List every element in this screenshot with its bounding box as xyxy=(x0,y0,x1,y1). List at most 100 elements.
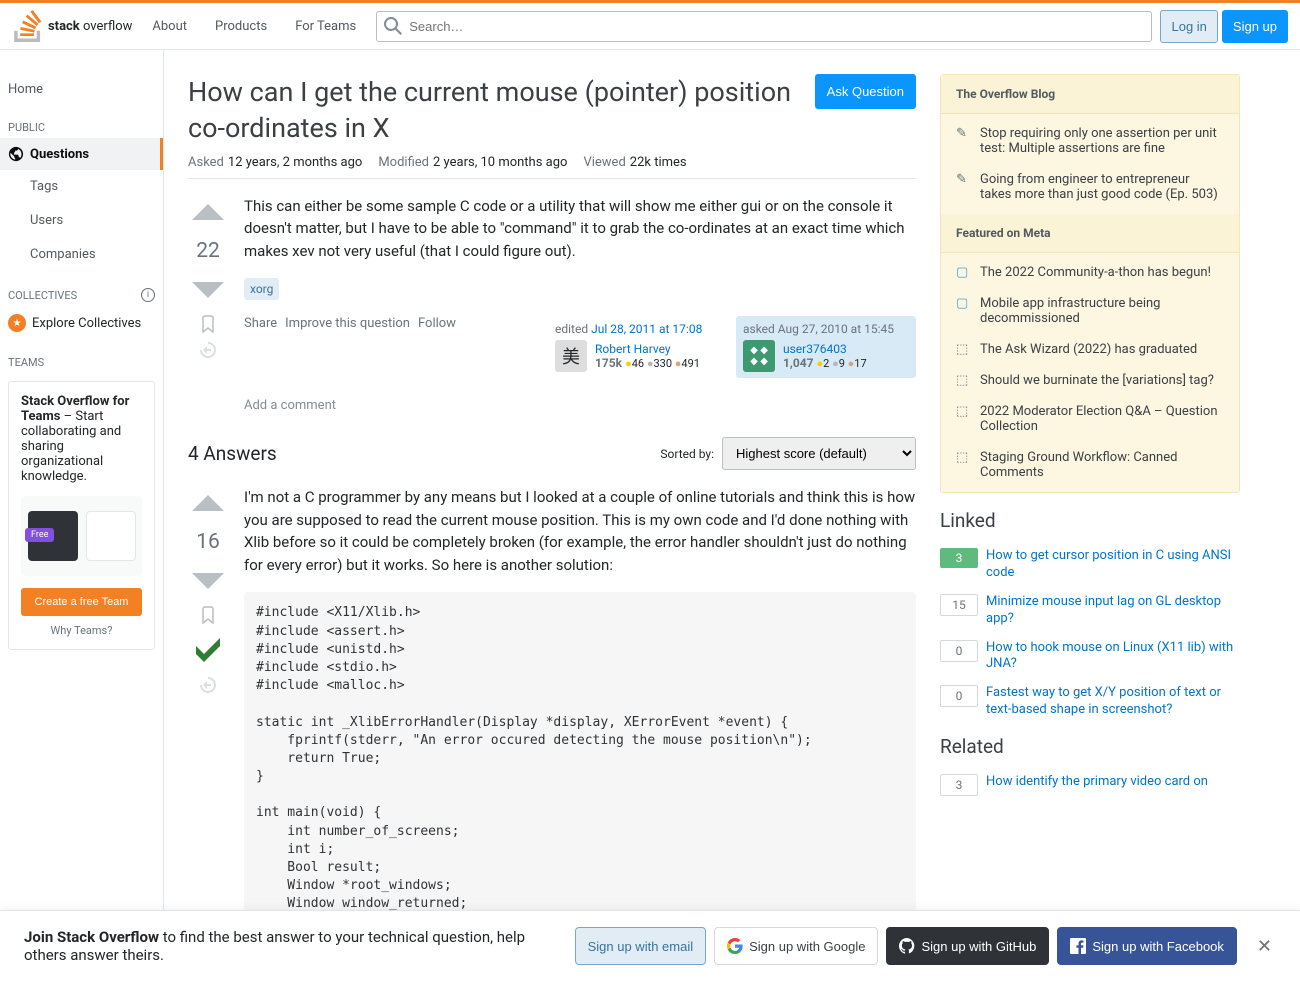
related-item: 3 How identify the primary video card on xyxy=(940,774,1240,796)
signup-github-button[interactable]: Sign up with GitHub xyxy=(886,927,1049,965)
answer-bookmark-icon[interactable] xyxy=(199,606,217,624)
question-title: How can I get the current mouse (pointer… xyxy=(188,74,815,147)
search-box xyxy=(376,11,1152,42)
answer-downvote-button[interactable] xyxy=(190,562,226,598)
logo[interactable]: stack overflow xyxy=(12,10,132,42)
modified-label: Modified xyxy=(378,155,429,170)
linked-title[interactable]: How to get cursor position in C using AN… xyxy=(986,548,1240,582)
so-icon: ⬚ xyxy=(956,450,972,480)
meta-header: Featured on Meta xyxy=(941,214,1239,253)
login-button[interactable]: Log in xyxy=(1160,10,1217,43)
so-icon: ⬚ xyxy=(956,404,972,434)
asker-name[interactable]: user376403 xyxy=(783,342,867,356)
linked-title[interactable]: How to hook mouse on Linux (X11 lib) wit… xyxy=(986,640,1240,674)
sidebar-questions-label: Questions xyxy=(30,147,89,162)
editor-rep: 175k xyxy=(595,356,622,370)
signup-facebook-button[interactable]: Sign up with Facebook xyxy=(1057,927,1237,965)
viewed-value: 22k times xyxy=(630,155,687,170)
improve-link[interactable]: Improve this question xyxy=(285,316,410,331)
follow-link[interactable]: Follow xyxy=(418,316,456,331)
tag-xorg[interactable]: xorg xyxy=(244,278,279,300)
meta-item[interactable]: Mobile app infrastructure being decommis… xyxy=(980,296,1224,326)
vote-count: 22 xyxy=(196,239,220,263)
blog-item[interactable]: Stop requiring only one assertion per un… xyxy=(980,126,1224,156)
sort-select[interactable]: Highest score (default) xyxy=(722,437,916,470)
auth-buttons: Log in Sign up xyxy=(1160,10,1288,43)
free-badge: Free xyxy=(25,528,54,542)
globe-icon xyxy=(8,146,24,162)
upvote-button[interactable] xyxy=(190,195,226,231)
meta-item[interactable]: The Ask Wizard (2022) has graduated xyxy=(980,342,1197,357)
related-header: Related xyxy=(940,735,1240,758)
sidebar: Home PUBLIC Questions Tags Users Compani… xyxy=(0,50,164,968)
linked-title[interactable]: Fastest way to get X/Y position of text … xyxy=(986,685,1240,719)
bookmark-icon[interactable] xyxy=(199,315,217,333)
sidebar-teams-header: TEAMS xyxy=(0,340,163,373)
editor-gold xyxy=(625,357,632,370)
create-team-button[interactable]: Create a free Team xyxy=(21,588,142,616)
banner-bold: Join Stack Overflow xyxy=(24,928,159,946)
related-title[interactable]: How identify the primary video card on xyxy=(986,774,1208,791)
linked-title[interactable]: Minimize mouse input lag on GL desktop a… xyxy=(986,594,1240,628)
banner-close-button[interactable]: ✕ xyxy=(1253,932,1276,961)
logo-text: stack overflow xyxy=(48,19,132,34)
answer-vote-count: 16 xyxy=(196,530,220,554)
editor-name[interactable]: Robert Harvey xyxy=(595,342,700,356)
asked-value: 12 years, 2 months ago xyxy=(228,155,362,170)
ask-question-button[interactable]: Ask Question xyxy=(815,74,916,109)
linked-header: Linked xyxy=(940,509,1240,532)
sidebar-users[interactable]: Users xyxy=(0,204,163,238)
answer-history-icon[interactable] xyxy=(199,676,217,694)
answer-vote-column: 16 xyxy=(188,486,228,943)
why-teams-link[interactable]: Why Teams? xyxy=(21,624,142,637)
stackoverflow-icon xyxy=(12,10,44,42)
meta-item[interactable]: Should we burninate the [variations] tag… xyxy=(980,373,1214,388)
sidebar-home[interactable]: Home xyxy=(0,74,163,105)
main-content: How can I get the current mouse (pointer… xyxy=(188,74,916,944)
overflow-blog-widget: The Overflow Blog ✎ Stop requiring only o… xyxy=(940,74,1240,493)
so-icon: ⬚ xyxy=(956,373,972,388)
search-input[interactable] xyxy=(376,11,1152,42)
meta-item[interactable]: 2022 Moderator Election Q&A – Question C… xyxy=(980,404,1224,434)
sidebar-tags[interactable]: Tags xyxy=(0,170,163,204)
question-body: This can either be some sample C code or… xyxy=(244,195,916,263)
history-icon[interactable] xyxy=(199,341,217,359)
nav-about[interactable]: About xyxy=(140,13,199,40)
signup-email-button[interactable]: Sign up with email xyxy=(575,927,707,965)
sidebar-explore-collectives[interactable]: ★ Explore Collectives xyxy=(0,306,163,340)
blog-item[interactable]: Going from engineer to entrepreneur take… xyxy=(980,172,1224,202)
answer-body: I'm not a C programmer by any means but … xyxy=(244,486,916,576)
so-icon: ⬚ xyxy=(956,342,972,357)
linked-score: 3 xyxy=(940,548,978,568)
meta-item[interactable]: The 2022 Community-a-thon has begun! xyxy=(980,265,1211,280)
asker-time: Aug 27, 2010 at 15:45 xyxy=(778,322,894,336)
answer-post: 16 I'm not a C programmer by any means b… xyxy=(188,486,916,943)
editor-time[interactable]: Jul 28, 2011 at 17:08 xyxy=(591,322,702,336)
answer-upvote-button[interactable] xyxy=(190,486,226,522)
share-link[interactable]: Share xyxy=(244,316,277,331)
meta-item[interactable]: Staging Ground Workflow: Canned Comments xyxy=(980,450,1224,480)
nav-links: About Products For Teams xyxy=(140,13,368,40)
info-icon[interactable]: i xyxy=(141,288,155,302)
editor-avatar[interactable]: 美 xyxy=(555,340,587,372)
downvote-button[interactable] xyxy=(190,271,226,307)
pencil-icon: ✎ xyxy=(956,172,972,202)
sort-label: Sorted by: xyxy=(660,447,714,461)
asker-avatar[interactable]: ◆ ◆◆ ◆ xyxy=(743,340,775,372)
vote-column: 22 xyxy=(188,195,228,422)
nav-products[interactable]: Products xyxy=(203,13,279,40)
sidebar-questions[interactable]: Questions xyxy=(0,138,163,170)
nav-forteams[interactable]: For Teams xyxy=(283,13,368,40)
teams-illustration: Free xyxy=(21,496,142,576)
join-banner: Join Stack Overflow to find the best ans… xyxy=(0,910,1300,981)
blog-header: The Overflow Blog xyxy=(941,75,1239,114)
asker-card: asked Aug 27, 2010 at 15:45 ◆ ◆◆ ◆ user3… xyxy=(736,316,916,378)
question-tags: xorg xyxy=(244,278,916,300)
signup-google-button[interactable]: Sign up with Google xyxy=(714,927,878,965)
speech-icon: ▢ xyxy=(956,296,972,326)
asker-silver xyxy=(832,357,839,370)
code-block: #include <X11/Xlib.h> #include <assert.h… xyxy=(244,592,916,943)
signup-button[interactable]: Sign up xyxy=(1222,10,1288,43)
sidebar-companies[interactable]: Companies xyxy=(0,238,163,272)
add-comment-link[interactable]: Add a comment xyxy=(244,390,916,421)
